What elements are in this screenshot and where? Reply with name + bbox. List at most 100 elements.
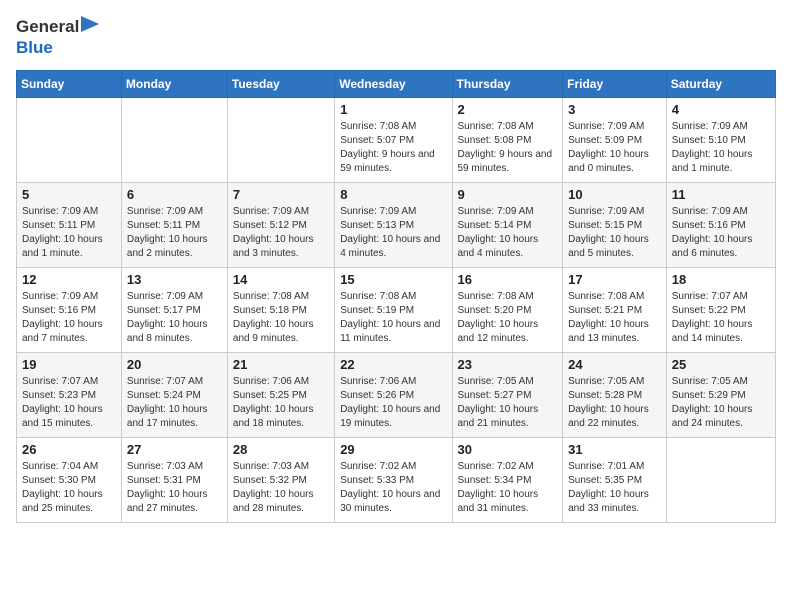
day-info: Sunrise: 7:05 AMSunset: 5:29 PMDaylight:… — [672, 375, 770, 431]
calendar-week-1: 1 Sunrise: 7:08 AMSunset: 5:07 PMDaylight… — [17, 98, 776, 183]
day-number: 1 — [340, 102, 446, 117]
day-info: Sunrise: 7:09 AMSunset: 5:14 PMDaylight:… — [458, 205, 558, 261]
day-info: Sunrise: 7:07 AMSunset: 5:23 PMDaylight:… — [22, 375, 116, 431]
calendar-cell — [121, 98, 227, 183]
calendar-cell: 4 Sunrise: 7:09 AMSunset: 5:10 PMDaylight… — [666, 98, 775, 183]
calendar-cell: 1 Sunrise: 7:08 AMSunset: 5:07 PMDaylight… — [335, 98, 452, 183]
day-number: 27 — [127, 442, 222, 457]
calendar-cell: 30 Sunrise: 7:02 AMSunset: 5:34 PMDayligh… — [452, 438, 563, 523]
logo-blue: Blue — [16, 38, 53, 57]
day-number: 24 — [568, 357, 661, 372]
day-number: 4 — [672, 102, 770, 117]
day-info: Sunrise: 7:08 AMSunset: 5:19 PMDaylight:… — [340, 290, 446, 346]
day-number: 19 — [22, 357, 116, 372]
day-info: Sunrise: 7:06 AMSunset: 5:25 PMDaylight:… — [233, 375, 329, 431]
day-number: 17 — [568, 272, 661, 287]
calendar-cell: 18 Sunrise: 7:07 AMSunset: 5:22 PMDayligh… — [666, 268, 775, 353]
day-info: Sunrise: 7:06 AMSunset: 5:26 PMDaylight:… — [340, 375, 446, 431]
day-number: 10 — [568, 187, 661, 202]
day-info: Sunrise: 7:08 AMSunset: 5:20 PMDaylight:… — [458, 290, 558, 346]
day-info: Sunrise: 7:03 AMSunset: 5:32 PMDaylight:… — [233, 460, 329, 516]
calendar-cell: 20 Sunrise: 7:07 AMSunset: 5:24 PMDayligh… — [121, 353, 227, 438]
day-header-saturday: Saturday — [666, 71, 775, 98]
calendar-week-5: 26Sunrise: 7:04 AMSunset: 5:30 PMDayligh… — [17, 438, 776, 523]
calendar-week-2: 5 Sunrise: 7:09 AMSunset: 5:11 PMDaylight… — [17, 183, 776, 268]
day-header-thursday: Thursday — [452, 71, 563, 98]
calendar-header-row: SundayMondayTuesdayWednesdayThursdayFrid… — [17, 71, 776, 98]
day-number: 12 — [22, 272, 116, 287]
day-header-wednesday: Wednesday — [335, 71, 452, 98]
calendar-cell: 19 Sunrise: 7:07 AMSunset: 5:23 PMDayligh… — [17, 353, 122, 438]
calendar-cell: 11Sunrise: 7:09 AMSunset: 5:16 PMDayligh… — [666, 183, 775, 268]
day-number: 8 — [340, 187, 446, 202]
calendar-cell: 21 Sunrise: 7:06 AMSunset: 5:25 PMDayligh… — [227, 353, 334, 438]
calendar-cell: 17Sunrise: 7:08 AMSunset: 5:21 PMDayligh… — [563, 268, 667, 353]
day-number: 13 — [127, 272, 222, 287]
calendar-cell: 12 Sunrise: 7:09 AMSunset: 5:16 PMDayligh… — [17, 268, 122, 353]
day-number: 16 — [458, 272, 558, 287]
logo: General Blue — [16, 16, 99, 58]
calendar-table: SundayMondayTuesdayWednesdayThursdayFrid… — [16, 70, 776, 523]
day-number: 6 — [127, 187, 222, 202]
day-number: 30 — [458, 442, 558, 457]
day-info: Sunrise: 7:09 AMSunset: 5:17 PMDaylight:… — [127, 290, 222, 346]
day-header-tuesday: Tuesday — [227, 71, 334, 98]
day-number: 22 — [340, 357, 446, 372]
calendar-cell: 13 Sunrise: 7:09 AMSunset: 5:17 PMDayligh… — [121, 268, 227, 353]
day-number: 29 — [340, 442, 446, 457]
day-number: 9 — [458, 187, 558, 202]
day-number: 20 — [127, 357, 222, 372]
calendar-cell: 22 Sunrise: 7:06 AMSunset: 5:26 PMDayligh… — [335, 353, 452, 438]
day-info: Sunrise: 7:02 AMSunset: 5:34 PMDaylight:… — [458, 460, 558, 516]
calendar-cell — [227, 98, 334, 183]
calendar-cell: 26Sunrise: 7:04 AMSunset: 5:30 PMDayligh… — [17, 438, 122, 523]
calendar-week-3: 12 Sunrise: 7:09 AMSunset: 5:16 PMDayligh… — [17, 268, 776, 353]
day-number: 7 — [233, 187, 329, 202]
calendar-cell: 25Sunrise: 7:05 AMSunset: 5:29 PMDayligh… — [666, 353, 775, 438]
calendar-cell: 31 Sunrise: 7:01 AMSunset: 5:35 PMDayligh… — [563, 438, 667, 523]
day-header-friday: Friday — [563, 71, 667, 98]
day-header-sunday: Sunday — [17, 71, 122, 98]
calendar-cell: 24Sunrise: 7:05 AMSunset: 5:28 PMDayligh… — [563, 353, 667, 438]
day-number: 18 — [672, 272, 770, 287]
logo-general: General — [16, 17, 79, 37]
day-info: Sunrise: 7:08 AMSunset: 5:08 PMDaylight:… — [458, 120, 558, 176]
calendar-cell: 2 Sunrise: 7:08 AMSunset: 5:08 PMDaylight… — [452, 98, 563, 183]
day-number: 14 — [233, 272, 329, 287]
day-number: 23 — [458, 357, 558, 372]
day-info: Sunrise: 7:09 AMSunset: 5:10 PMDaylight:… — [672, 120, 770, 176]
calendar-cell: 14Sunrise: 7:08 AMSunset: 5:18 PMDayligh… — [227, 268, 334, 353]
logo-flag-icon — [81, 16, 99, 38]
calendar-cell: 23 Sunrise: 7:05 AMSunset: 5:27 PMDayligh… — [452, 353, 563, 438]
page-header: General Blue — [16, 16, 776, 58]
day-info: Sunrise: 7:09 AMSunset: 5:16 PMDaylight:… — [672, 205, 770, 261]
day-info: Sunrise: 7:08 AMSunset: 5:07 PMDaylight:… — [340, 120, 446, 176]
calendar-cell: 6Sunrise: 7:09 AMSunset: 5:11 PMDaylight… — [121, 183, 227, 268]
day-info: Sunrise: 7:09 AMSunset: 5:16 PMDaylight:… — [22, 290, 116, 346]
day-number: 15 — [340, 272, 446, 287]
day-number: 26 — [22, 442, 116, 457]
day-number: 3 — [568, 102, 661, 117]
day-info: Sunrise: 7:01 AMSunset: 5:35 PMDaylight:… — [568, 460, 661, 516]
day-number: 31 — [568, 442, 661, 457]
day-number: 21 — [233, 357, 329, 372]
calendar-cell: 10Sunrise: 7:09 AMSunset: 5:15 PMDayligh… — [563, 183, 667, 268]
day-info: Sunrise: 7:07 AMSunset: 5:22 PMDaylight:… — [672, 290, 770, 346]
calendar-cell: 16 Sunrise: 7:08 AMSunset: 5:20 PMDayligh… — [452, 268, 563, 353]
calendar-cell: 28 Sunrise: 7:03 AMSunset: 5:32 PMDayligh… — [227, 438, 334, 523]
calendar-cell: 27 Sunrise: 7:03 AMSunset: 5:31 PMDayligh… — [121, 438, 227, 523]
calendar-cell — [17, 98, 122, 183]
calendar-body: 1 Sunrise: 7:08 AMSunset: 5:07 PMDaylight… — [17, 98, 776, 523]
day-number: 2 — [458, 102, 558, 117]
day-header-monday: Monday — [121, 71, 227, 98]
day-info: Sunrise: 7:09 AMSunset: 5:11 PMDaylight:… — [22, 205, 116, 261]
day-info: Sunrise: 7:09 AMSunset: 5:12 PMDaylight:… — [233, 205, 329, 261]
day-info: Sunrise: 7:03 AMSunset: 5:31 PMDaylight:… — [127, 460, 222, 516]
calendar-cell: 7 Sunrise: 7:09 AMSunset: 5:12 PMDaylight… — [227, 183, 334, 268]
day-info: Sunrise: 7:09 AMSunset: 5:09 PMDaylight:… — [568, 120, 661, 176]
calendar-cell: 8Sunrise: 7:09 AMSunset: 5:13 PMDaylight… — [335, 183, 452, 268]
day-info: Sunrise: 7:05 AMSunset: 5:27 PMDaylight:… — [458, 375, 558, 431]
day-number: 5 — [22, 187, 116, 202]
day-info: Sunrise: 7:07 AMSunset: 5:24 PMDaylight:… — [127, 375, 222, 431]
day-number: 28 — [233, 442, 329, 457]
